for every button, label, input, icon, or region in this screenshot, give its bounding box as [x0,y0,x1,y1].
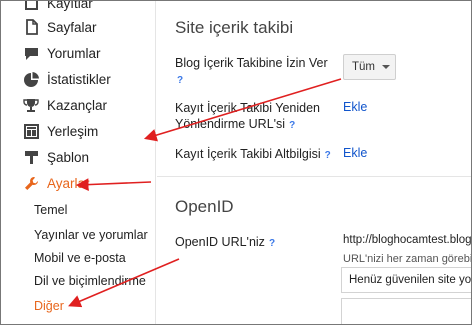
sidebar-item-layout[interactable]: Yerleşim [1,119,155,143]
settings-subitem-posts-comments[interactable]: Yayınlar ve yorumlar [34,228,148,242]
settings-subitem-other[interactable]: Diğer [34,299,64,313]
allow-feed-dropdown[interactable]: Tüm [343,54,396,80]
help-icon[interactable]: ? [269,236,275,252]
openid-url-label: OpenID URL'niz? [175,234,275,252]
redirect-url-add-link[interactable]: Ekle [343,100,367,114]
settings-subitem-basic[interactable]: Temel [34,203,67,217]
screenshot-frame: Kayıtlar Sayfalar Yorumlar İstatistikler… [0,0,472,325]
sidebar-item-label: Kayıtlar [47,0,93,11]
sidebar-item-label: Ayarlar [47,175,90,191]
redirect-url-label: Kayıt İçerik Takibi Yeniden Yönlendirme … [175,100,320,134]
section-title-openid: OpenID [175,197,234,216]
section-title-feed: Site içerik takibi [175,18,294,37]
redirect-url-label-line2: Yönlendirme URL'si [175,117,286,131]
openid-url-value: http://bloghocamtest.blogspot [343,234,472,246]
sidebar-item-label: İstatistikler [47,71,111,87]
stats-icon [23,71,39,87]
template-icon [23,149,39,165]
sidebar-item-comments[interactable]: Yorumlar [1,41,155,65]
dropdown-value: Tüm [352,61,375,73]
settings-subitem-mobile-email[interactable]: Mobil ve e-posta [34,251,126,265]
sidebar-item-label: Şablon [47,149,90,165]
section-divider [157,176,471,177]
sidebar-item-pages[interactable]: Sayfalar [1,15,155,39]
help-icon[interactable]: ? [325,148,331,164]
sidebar: Kayıtlar Sayfalar Yorumlar İstatistikler… [1,0,156,324]
layout-icon [23,123,39,139]
feed-footer-add-link[interactable]: Ekle [343,146,367,160]
sidebar-item-settings[interactable]: Ayarlar [1,171,155,195]
chevron-down-icon [382,65,390,69]
feed-footer-label: Kayıt İçerik Takibi Altbilgisi? [175,146,331,164]
comments-icon [23,45,39,61]
openid-url-label-text: OpenID URL'niz [175,235,265,249]
main-content: Site içerik takibi Blog İçerik Takibine … [157,1,472,324]
sidebar-item-label: Yorumlar [47,45,101,61]
allow-feed-label: Blog İçerik Takibine İzin Ver ? [175,55,328,89]
sidebar-item-earnings[interactable]: Kazançlar [1,93,155,117]
settings-subitem-language[interactable]: Dil ve biçimlendirme [34,274,146,288]
sidebar-item-label: Sayfalar [47,19,97,35]
trusted-sites-list-extension [341,298,471,324]
post-list-icon [23,1,39,11]
allow-feed-label-text: Blog İçerik Takibine İzin Ver [175,56,328,70]
redirect-url-label-line1: Kayıt İçerik Takibi Yeniden [175,101,321,115]
trusted-sites-list: Henüz güvenilen site yok [341,267,471,293]
wrench-icon [23,175,39,191]
sidebar-item-stats[interactable]: İstatistikler [1,67,155,91]
pages-icon [23,19,39,35]
openid-url-note: URL'nizi her zaman görebile [343,253,472,265]
trophy-icon [23,97,39,113]
feed-footer-label-text: Kayıt İçerik Takibi Altbilgisi [175,147,321,161]
help-icon[interactable]: ? [177,73,183,89]
help-icon[interactable]: ? [289,118,295,134]
sidebar-item-label: Yerleşim [47,123,99,139]
sidebar-item-template[interactable]: Şablon [1,145,155,169]
sidebar-item-label: Kazançlar [47,97,108,113]
sidebar-item-posts[interactable]: Kayıtlar [1,0,155,15]
